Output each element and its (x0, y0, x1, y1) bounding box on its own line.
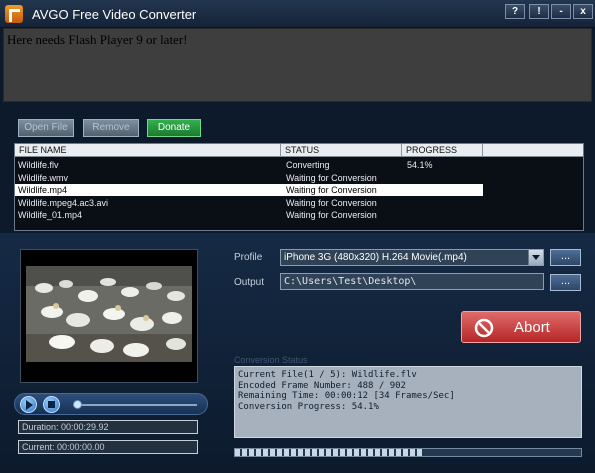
column-header-file-name[interactable]: FILE NAME (15, 144, 281, 157)
open-file-button[interactable]: Open File (18, 119, 74, 137)
duration-display: Duration: 00:00:29.92 (18, 420, 198, 434)
info-button[interactable]: ! (529, 4, 549, 19)
app-logo-icon (5, 5, 23, 23)
file-name-cell: Wildlife.flv (18, 160, 59, 170)
video-preview (20, 249, 198, 383)
progress-fill (235, 449, 423, 456)
table-header: FILE NAME STATUS PROGRESS (15, 144, 583, 157)
progress-cell (404, 184, 483, 196)
seek-handle[interactable] (73, 400, 82, 409)
conversion-status-title: Conversion Status (234, 355, 308, 365)
status-line: Conversion Progress: 54.1% (238, 401, 379, 412)
status-line: Current File(1 / 5): Wildlife.flv (238, 370, 417, 380)
table-row[interactable]: Wildlife_01.mp4 Waiting for Conversion (15, 209, 483, 221)
column-header-progress[interactable]: PROGRESS (402, 144, 483, 157)
abort-label: Abort (514, 319, 550, 336)
close-button[interactable]: x (573, 4, 593, 19)
table-row[interactable]: Wildlife.wmv Waiting for Conversion (15, 172, 483, 184)
play-icon[interactable] (20, 396, 37, 413)
stop-sign-icon (474, 318, 494, 338)
window-title: AVGO Free Video Converter (32, 7, 197, 22)
progress-cell (404, 197, 483, 209)
abort-button[interactable]: Abort (461, 311, 581, 343)
chevron-down-icon[interactable] (528, 250, 543, 265)
output-label: Output (234, 277, 265, 288)
flash-message: Here needs Flash Player 9 or later! (7, 32, 188, 47)
table-row[interactable]: Wildlife.flv Converting 54.1% (15, 159, 483, 171)
profile-value: iPhone 3G (480x320) H.264 Movie(.mp4) (284, 252, 467, 263)
help-button[interactable]: ? (505, 4, 525, 19)
conversion-panel: Duration: 00:00:29.92 Current: 00:00:00.… (0, 233, 595, 473)
conversion-status-box: Current File(1 / 5): Wildlife.flv Encode… (234, 366, 582, 438)
status-line: Remaining Time: 00:00:12 [34 Frames/Sec] (238, 391, 455, 401)
title-bar: AVGO Free Video Converter ? ! - x (0, 0, 595, 28)
browse-output-button[interactable]: ... (550, 274, 581, 291)
minimize-button[interactable]: - (551, 4, 571, 19)
current-time-display: Current: 00:00:00.00 (18, 440, 198, 454)
status-cell: Waiting for Conversion (286, 172, 377, 183)
column-header-blank (483, 144, 583, 157)
status-cell: Converting (286, 160, 330, 170)
progress-cell (404, 209, 483, 221)
status-cell: Waiting for Conversion (286, 210, 377, 220)
flash-panel: Here needs Flash Player 9 or later! (3, 28, 592, 102)
stop-icon[interactable] (43, 396, 60, 413)
progress-cell: 54.1% (407, 160, 433, 170)
file-name-cell: Wildlife.mpeg4.ac3.avi (18, 197, 109, 208)
status-cell: Waiting for Conversion (286, 185, 377, 195)
table-row[interactable]: Wildlife.mp4 Waiting for Conversion (15, 184, 483, 196)
seek-slider[interactable] (73, 404, 197, 406)
output-path-field[interactable]: C:\Users\Test\Desktop\ (280, 273, 544, 290)
profile-dropdown[interactable]: iPhone 3G (480x320) H.264 Movie(.mp4) (280, 249, 544, 266)
file-name-cell: Wildlife.mp4 (18, 185, 68, 195)
remove-button[interactable]: Remove (83, 119, 139, 137)
profile-settings-button[interactable]: ... (550, 249, 581, 266)
file-list-table[interactable]: FILE NAME STATUS PROGRESS Wildlife.flv Co… (14, 143, 584, 231)
donate-button[interactable]: Donate (147, 119, 201, 137)
status-line: Encoded Frame Number: 488 / 902 (238, 380, 406, 391)
progress-cell (404, 172, 483, 184)
player-controls (14, 393, 208, 415)
file-name-cell: Wildlife_01.mp4 (18, 210, 83, 220)
table-row[interactable]: Wildlife.mpeg4.ac3.avi Waiting for Conver… (15, 197, 483, 209)
status-cell: Waiting for Conversion (286, 197, 377, 208)
column-header-status[interactable]: STATUS (281, 144, 402, 157)
file-name-cell: Wildlife.wmv (18, 172, 69, 183)
profile-label: Profile (234, 252, 263, 263)
conversion-progress-bar (234, 448, 582, 457)
video-frame-image (26, 266, 192, 362)
